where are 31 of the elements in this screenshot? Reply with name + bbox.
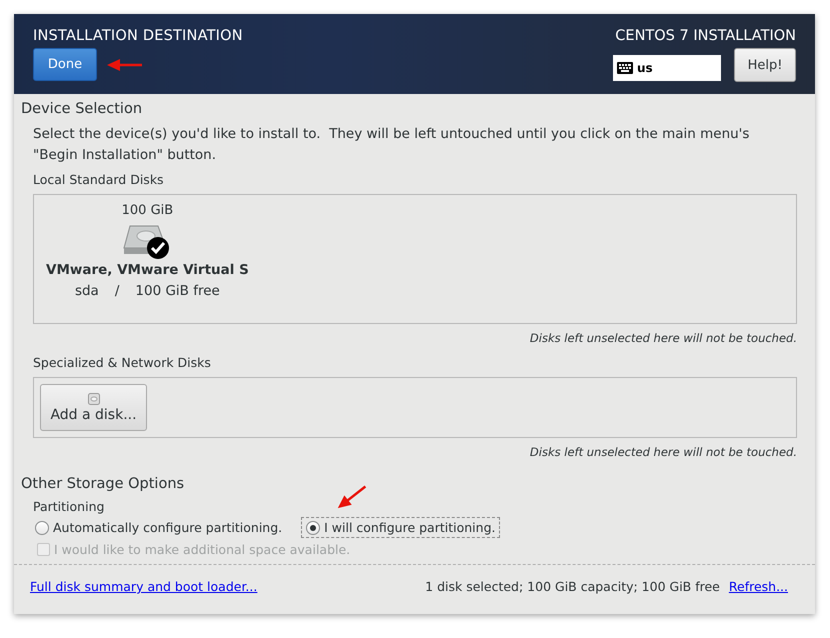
free-space: 100 GiB free	[135, 283, 220, 299]
radio-option[interactable]: Automatically configure partitioning.	[30, 517, 288, 538]
radio-button[interactable]	[306, 520, 320, 534]
radio-option[interactable]: I will configure partitioning.	[301, 517, 500, 538]
annotation-arrow-icon	[107, 58, 143, 72]
add-disk-button[interactable]: Add a disk...	[40, 384, 147, 431]
subsection-heading: Partitioning	[33, 499, 106, 514]
done-button[interactable]: Done	[33, 48, 97, 81]
hint-text: Disks left unselected here will not be touched.	[528, 331, 797, 345]
keyboard-layout-indicator[interactable]: us	[613, 55, 721, 81]
screen-title: INSTALLATION DESTINATION	[33, 28, 243, 44]
refresh-link[interactable]: Refresh...	[728, 579, 788, 594]
keyboard-layout-label: us	[637, 61, 653, 75]
keyboard-icon	[617, 62, 633, 74]
disk-tile[interactable]: 100 GiB VMware, VMware Virtual S sda / 100 GiB free	[46, 203, 249, 315]
product-title: CENTOS 7 INSTALLATION	[615, 28, 796, 44]
section-heading: Other Storage Options	[21, 476, 186, 492]
subsection-heading: Local Standard Disks	[33, 172, 165, 187]
status-text: 1 disk selected; 100 GiB capacity; 100 GiB free	[425, 579, 720, 594]
section-heading: Device Selection	[21, 101, 144, 117]
disk-name: VMware, VMware Virtual S	[46, 262, 249, 278]
subsection-heading: Specialized & Network Disks	[33, 355, 212, 370]
checkbox-label: I would like to make additional space available.	[54, 542, 350, 557]
radio-button[interactable]	[35, 520, 49, 534]
disk-size: 100 GiB	[122, 203, 174, 218]
instruction-text: Select the device(s) you'd like to install to. They will be left untouched until you click on the main menu's "Begin Installation" button.	[33, 125, 750, 165]
hint-text: Disks left unselected here will not be touched.	[528, 445, 797, 459]
separator-text: /	[114, 283, 120, 299]
disk-summary-link[interactable]: Full disk summary and boot loader...	[30, 579, 258, 594]
help-button[interactable]: Help!	[734, 48, 796, 82]
device-name: sda	[74, 283, 99, 299]
